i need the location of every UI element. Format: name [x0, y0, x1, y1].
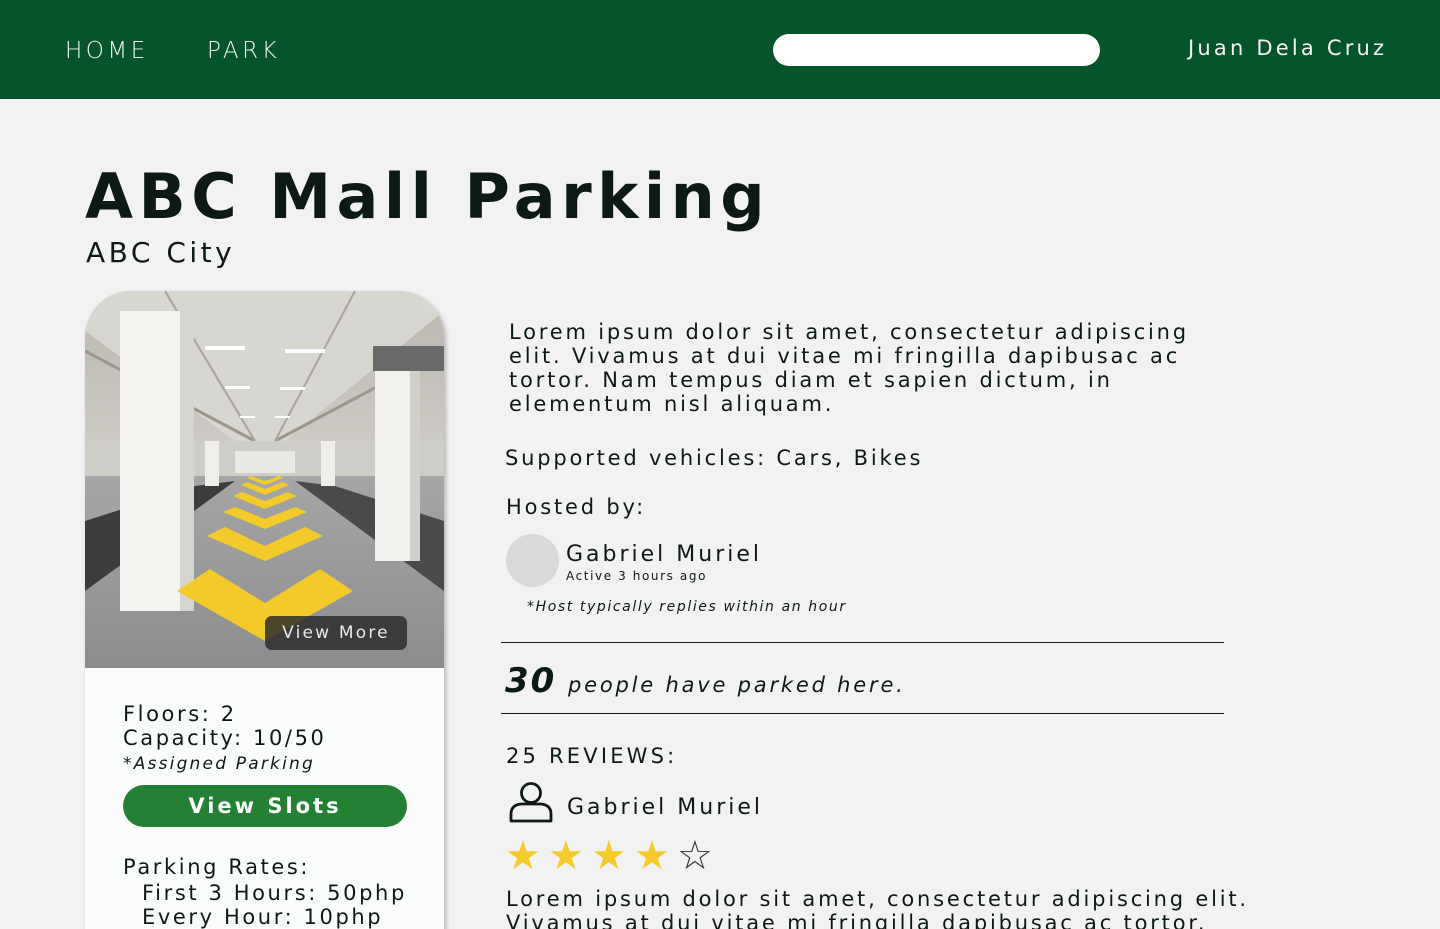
- star-filled-icon: ★: [634, 833, 670, 879]
- location-subtitle: ABC City: [86, 236, 236, 269]
- user-outline-icon: [509, 782, 553, 823]
- review-text-line: Lorem ipsum dolor sit amet, consectetur …: [506, 887, 1249, 911]
- user-account-name[interactable]: Juan Dela Cruz: [1188, 36, 1387, 60]
- parking-rates-label: Parking Rates:: [123, 855, 311, 879]
- parking-description: Lorem ipsum dolor sit amet, consectetur …: [509, 320, 1189, 416]
- view-slots-button[interactable]: View Slots: [123, 785, 407, 827]
- star-outline-icon: ☆: [677, 833, 713, 879]
- parking-garage-photo: [85, 291, 444, 668]
- search-input[interactable]: [773, 34, 1100, 66]
- reviews-heading: 25 REVIEWS:: [506, 744, 678, 768]
- assigned-parking-note: *Assigned Parking: [123, 754, 315, 774]
- rate-item: First 3 Hours: 50php: [142, 881, 407, 905]
- host-active-status: Active 3 hours ago: [566, 569, 708, 583]
- host-reply-note: *Host typically replies within an hour: [527, 599, 847, 615]
- rate-item: Every Hour: 10php: [142, 905, 384, 929]
- capacity-value: Capacity: 10/50: [123, 726, 327, 750]
- view-more-photos-button[interactable]: View More: [265, 616, 407, 650]
- nav-home-link[interactable]: HOME: [65, 38, 149, 64]
- parking-info-card: View More Floors: 2 Capacity: 10/50 *Ass…: [85, 291, 444, 929]
- star-filled-icon: ★: [548, 833, 584, 879]
- parked-count: 30: [505, 661, 557, 701]
- parked-count-text: people have parked here.: [568, 673, 906, 697]
- divider: [501, 642, 1224, 643]
- page-title: ABC Mall Parking: [85, 160, 771, 233]
- star-filled-icon: ★: [591, 833, 627, 879]
- hosted-by-label: Hosted by:: [506, 495, 647, 519]
- nav-park-link[interactable]: PARK: [207, 38, 280, 64]
- divider: [501, 713, 1224, 714]
- floors-count: Floors: 2: [123, 702, 237, 726]
- review-rating: ★ ★ ★ ★ ☆: [505, 836, 720, 876]
- review-text-line: Vivamus at dui vitae mi fringilla dapibu…: [506, 911, 1208, 929]
- supported-vehicles: Supported vehicles: Cars, Bikes: [505, 446, 924, 470]
- star-filled-icon: ★: [505, 833, 541, 879]
- top-navigation-bar: HOME PARK Juan Dela Cruz: [0, 0, 1440, 99]
- host-avatar[interactable]: [506, 534, 559, 587]
- host-name[interactable]: Gabriel Muriel: [566, 542, 762, 567]
- review-text: Lorem ipsum dolor sit amet, consectetur …: [506, 887, 1266, 929]
- reviewer-name[interactable]: Gabriel Muriel: [567, 795, 763, 820]
